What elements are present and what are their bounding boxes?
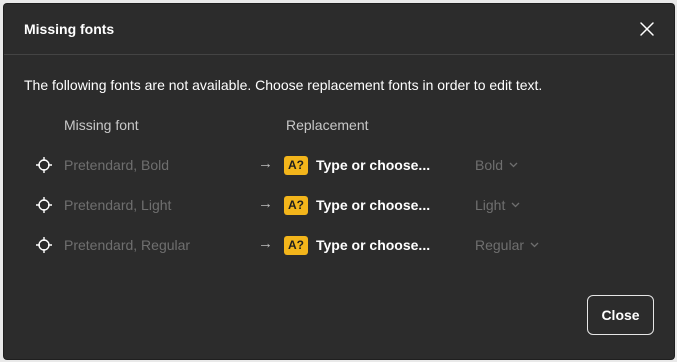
close-button[interactable]: Close [587,295,654,335]
dialog-header: Missing fonts [4,4,674,55]
crosshair-icon[interactable] [35,236,53,254]
chevron-down-icon [511,202,520,208]
replacement-column-header: Replacement [286,117,369,133]
chevron-down-icon [509,162,518,168]
crosshair-icon[interactable] [35,156,53,174]
arrow-right-icon: → [258,155,273,172]
font-style-select[interactable]: Light [475,193,520,217]
arrow-right-icon: → [258,235,273,252]
replacement-placeholder: Type or choose... [316,197,431,213]
close-icon[interactable] [638,20,656,38]
font-warning-badge: A? [284,235,308,255]
replacement-placeholder: Type or choose... [316,157,431,173]
font-warning-badge: A? [284,155,308,175]
missing-font-column-header: Missing font [64,117,139,133]
replacement-font-picker[interactable]: A? Type or choose... [284,153,430,177]
missing-font-name: Pretendard, Bold [64,157,170,173]
replacement-placeholder: Type or choose... [316,237,431,253]
font-warning-badge: A? [284,195,308,215]
dialog-title: Missing fonts [24,21,115,37]
chevron-down-icon [530,242,539,248]
font-style-select[interactable]: Bold [475,153,518,177]
arrow-right-icon: → [258,195,273,212]
font-row: Pretendard, Regular → A? Type or choose.… [4,225,674,265]
font-row: Pretendard, Bold → A? Type or choose... … [4,145,674,185]
font-style-select[interactable]: Regular [475,233,539,257]
font-style-value: Light [475,197,506,213]
replacement-font-picker[interactable]: A? Type or choose... [284,193,430,217]
font-style-value: Bold [475,157,504,173]
missing-font-name: Pretendard, Light [64,197,172,213]
font-row: Pretendard, Light → A? Type or choose...… [4,185,674,225]
font-style-value: Regular [475,237,525,253]
missing-font-name: Pretendard, Regular [64,237,191,253]
replacement-font-picker[interactable]: A? Type or choose... [284,233,430,257]
dialog-description: The following fonts are not available. C… [24,77,543,93]
crosshair-icon[interactable] [35,196,53,214]
missing-fonts-dialog: Missing fonts The following fonts are no… [4,4,674,359]
